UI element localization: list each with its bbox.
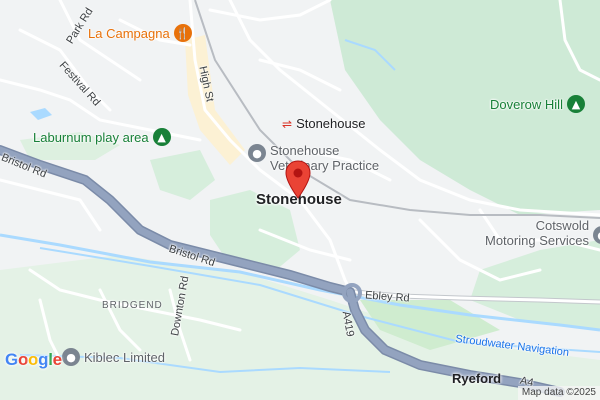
google-logo-letter: g xyxy=(38,350,49,369)
poi-label: Stonehouse xyxy=(296,116,366,131)
google-logo-letter: o xyxy=(28,350,39,369)
pin-icon: ● xyxy=(593,226,600,244)
pin-icon: ● xyxy=(248,144,266,162)
tree-icon: ▲ xyxy=(152,128,171,146)
poi-label-line1: Cotswold xyxy=(535,218,590,233)
restaurant-icon: 🍴 xyxy=(173,24,192,42)
poi-stonehouse-veterinary-practice[interactable]: ● Stonehouse Veterinary Practice xyxy=(248,143,379,173)
poi-label: La Campagna xyxy=(88,25,170,41)
poi-la-campagna[interactable]: La Campagna 🍴 xyxy=(88,24,192,42)
poi-label-line1: Stonehouse xyxy=(270,143,340,158)
google-logo-letter: o xyxy=(17,350,29,369)
pin-icon: ● xyxy=(62,348,80,366)
poi-laburnum-play-area[interactable]: Laburnum play area ▲ xyxy=(33,128,171,146)
location-marker-icon[interactable] xyxy=(284,160,312,200)
poi-label: Doverow Hill xyxy=(490,96,563,112)
poi-cotswold-motoring-services[interactable]: Cotswold Motoring Services ● xyxy=(485,218,600,248)
map-view[interactable]: Park Rd Festival Rd High St Bristol Rd B… xyxy=(0,0,600,400)
google-logo-text: Google xyxy=(5,350,62,369)
poi-label: Kiblec Limited xyxy=(84,349,165,365)
train-station-icon: ⇌ xyxy=(282,116,293,131)
poi-label-line2: Motoring Services xyxy=(485,233,590,248)
poi-stonehouse-station[interactable]: ⇌ Stonehouse xyxy=(282,116,365,131)
poi-doverow-hill[interactable]: Doverow Hill ▲ xyxy=(490,95,585,113)
google-logo-letter: G xyxy=(5,350,18,369)
google-logo-letter: e xyxy=(52,350,62,369)
place-label-ryeford: Ryeford xyxy=(452,371,502,386)
tree-icon: ▲ xyxy=(566,95,585,113)
google-logo: Google xyxy=(5,350,62,370)
map-attribution[interactable]: Map data ©2025 xyxy=(517,386,600,400)
poi-kiblec-limited[interactable]: ● Kiblec Limited xyxy=(62,348,165,366)
poi-label: Laburnum play area xyxy=(33,129,149,145)
place-label-bridgend: BRIDGEND xyxy=(102,300,163,311)
